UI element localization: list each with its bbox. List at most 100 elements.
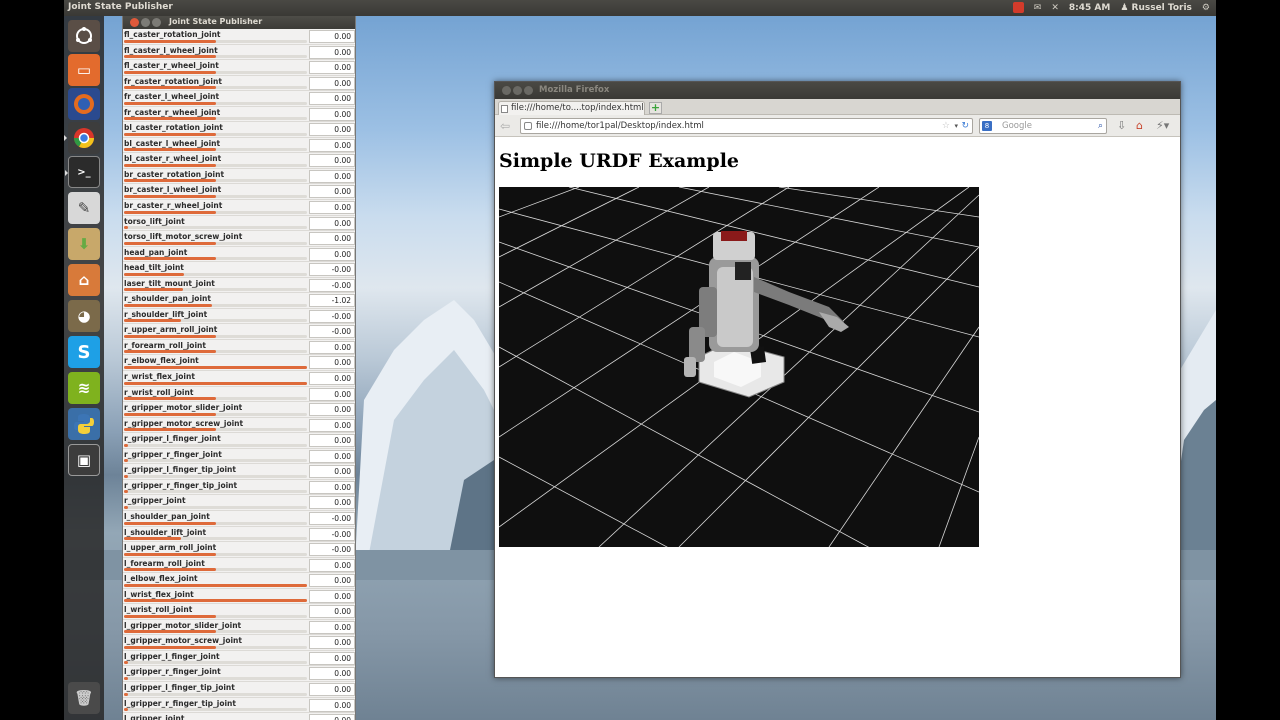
joint-value-field[interactable]: 0.00 [309, 465, 355, 479]
clock[interactable]: 8:45 AM [1069, 3, 1110, 13]
joint-value-field[interactable]: 0.00 [309, 480, 355, 494]
joint-slider[interactable] [124, 334, 307, 338]
text-editor-icon[interactable]: ✎ [68, 192, 100, 224]
joint-slider[interactable] [124, 443, 307, 447]
mail-icon[interactable]: ✉ [1034, 3, 1042, 13]
joint-slider[interactable] [124, 599, 307, 603]
history-dropdown-icon[interactable]: ▾ [954, 119, 958, 133]
joint-slider[interactable] [124, 101, 307, 105]
joint-slider[interactable] [124, 163, 307, 167]
joint-value-field[interactable]: 0.00 [309, 61, 355, 75]
joint-slider[interactable] [124, 474, 307, 478]
joint-slider[interactable] [124, 490, 307, 494]
pr2-robot-model[interactable] [684, 231, 849, 398]
minimize-icon[interactable] [141, 18, 150, 27]
joint-slider[interactable] [124, 676, 307, 680]
url-bar[interactable]: file:///home/tor1pal/Desktop/index.html … [520, 118, 973, 134]
joint-value-field[interactable]: 0.00 [309, 185, 355, 199]
joint-slider[interactable] [124, 350, 307, 354]
joint-value-field[interactable]: 0.00 [309, 449, 355, 463]
bookmark-star-icon[interactable]: ☆ [942, 119, 950, 133]
jsp-titlebar[interactable]: Joint State Publisher [123, 16, 355, 29]
joint-value-field[interactable]: 0.00 [309, 651, 355, 665]
joint-slider[interactable] [124, 366, 307, 370]
joint-value-field[interactable]: -0.00 [309, 309, 355, 323]
urdf-scene[interactable] [499, 187, 979, 547]
joint-slider[interactable] [124, 381, 307, 385]
new-tab-button[interactable]: + [649, 102, 662, 114]
joint-value-field[interactable]: 0.00 [309, 698, 355, 712]
maximize-icon[interactable] [152, 18, 161, 27]
joint-slider[interactable] [124, 210, 307, 214]
joint-value-field[interactable]: -0.00 [309, 263, 355, 277]
joint-value-field[interactable]: 0.00 [309, 434, 355, 448]
joint-value-field[interactable]: 0.00 [309, 154, 355, 168]
joint-slider[interactable] [124, 132, 307, 136]
joint-slider[interactable] [124, 459, 307, 463]
search-input[interactable]: 8 Google ⌕ [979, 118, 1107, 134]
joint-value-field[interactable]: 0.00 [309, 636, 355, 650]
search-engine-icon[interactable]: 8 [982, 121, 992, 131]
joint-slider[interactable] [124, 241, 307, 245]
joint-slider[interactable] [124, 537, 307, 541]
joint-slider[interactable] [124, 288, 307, 292]
joint-value-field[interactable]: 0.00 [309, 356, 355, 370]
joint-value-field[interactable]: 0.00 [309, 30, 355, 43]
joint-slider[interactable] [124, 552, 307, 556]
joint-slider[interactable] [124, 148, 307, 152]
joint-value-field[interactable]: 0.00 [309, 605, 355, 619]
joint-value-field[interactable]: 0.00 [309, 403, 355, 417]
joint-slider[interactable] [124, 583, 307, 587]
user-menu[interactable]: ♟ Russel Toris [1120, 3, 1192, 13]
joint-slider[interactable] [124, 692, 307, 696]
joint-value-field[interactable]: 0.00 [309, 169, 355, 183]
files-icon[interactable]: ▭ [68, 54, 100, 86]
joint-value-field[interactable]: 0.00 [309, 418, 355, 432]
joint-slider[interactable] [124, 412, 307, 416]
indicator-red-icon[interactable] [1012, 2, 1024, 13]
spotify-icon[interactable]: ≋ [68, 372, 100, 404]
trash-icon[interactable]: 🗑 [68, 682, 100, 714]
search-icon[interactable]: ⌕ [1098, 119, 1103, 133]
joint-slider[interactable] [124, 39, 307, 43]
joint-slider[interactable] [124, 614, 307, 618]
joint-value-field[interactable]: 0.00 [309, 620, 355, 634]
joint-slider[interactable] [124, 195, 307, 199]
minimize-icon[interactable] [513, 86, 522, 95]
firefox-titlebar[interactable]: Mozilla Firefox [495, 82, 1180, 99]
joint-value-field[interactable]: 0.00 [309, 216, 355, 230]
joint-slider[interactable] [124, 257, 307, 261]
joint-slider[interactable] [124, 630, 307, 634]
joint-value-field[interactable]: -0.00 [309, 527, 355, 541]
joint-value-field[interactable]: -0.00 [309, 543, 355, 557]
joint-value-field[interactable]: 0.00 [309, 107, 355, 121]
joint-value-field[interactable]: 0.00 [309, 682, 355, 696]
joint-slider[interactable] [124, 708, 307, 712]
home-icon[interactable]: ⌂ [1136, 119, 1143, 132]
joint-slider[interactable] [124, 117, 307, 121]
joint-value-field[interactable]: -1.02 [309, 294, 355, 308]
joint-value-field[interactable]: 0.00 [309, 340, 355, 354]
joint-slider[interactable] [124, 226, 307, 230]
joint-value-field[interactable]: 0.00 [309, 558, 355, 572]
tab-index-html[interactable]: file:///home/to....top/index.html [498, 101, 645, 116]
python-icon[interactable] [68, 408, 100, 440]
reload-icon[interactable]: ↻ [961, 119, 969, 133]
joint-value-field[interactable]: 0.00 [309, 232, 355, 246]
joint-value-field[interactable]: 0.00 [309, 45, 355, 59]
joint-slider[interactable] [124, 55, 307, 59]
maximize-icon[interactable] [524, 86, 533, 95]
joint-slider[interactable] [124, 319, 307, 323]
window-icon[interactable]: ▣ [68, 444, 100, 476]
firefox-icon[interactable] [68, 88, 100, 120]
joint-value-field[interactable]: 0.00 [309, 201, 355, 215]
joint-value-field[interactable]: -0.00 [309, 325, 355, 339]
joint-slider[interactable] [124, 428, 307, 432]
gear-icon[interactable]: ⚙ [1202, 3, 1210, 13]
joint-slider[interactable] [124, 661, 307, 665]
joint-value-field[interactable]: 0.00 [309, 496, 355, 510]
joint-value-field[interactable]: 0.00 [309, 247, 355, 261]
joint-slider[interactable] [124, 568, 307, 572]
back-arrow-icon[interactable]: ⇦ [500, 119, 510, 133]
close-icon[interactable] [130, 18, 139, 27]
